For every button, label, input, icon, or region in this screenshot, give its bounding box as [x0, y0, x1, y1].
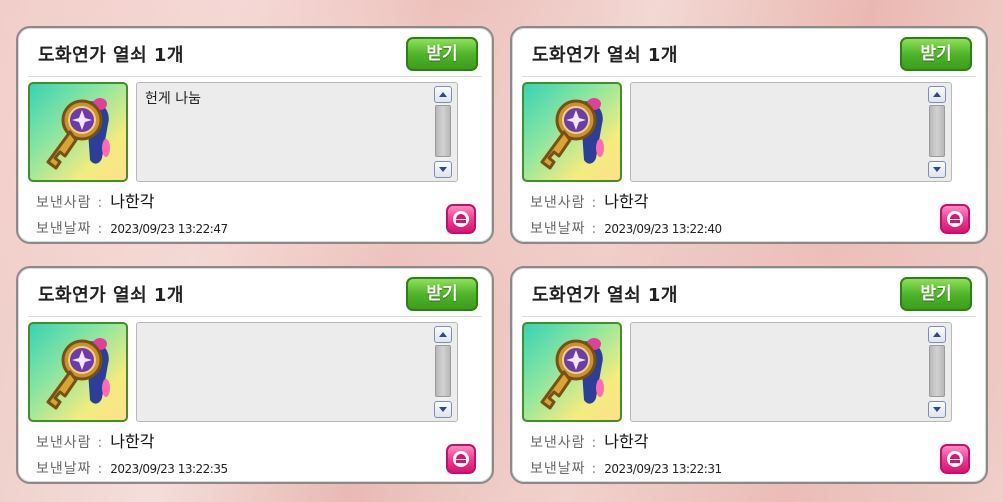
message-box[interactable]: [136, 322, 458, 422]
arrow-up-icon: [933, 92, 941, 97]
sent-date: 2023/09/23 13:22:31: [604, 462, 722, 476]
arrow-up-icon: [439, 332, 447, 337]
gift-title: 도화연가 열쇠 1개: [38, 45, 184, 66]
delete-button[interactable]: [940, 204, 970, 234]
trash-icon: [947, 211, 963, 227]
arrow-up-icon: [439, 92, 447, 97]
message-text: 헌게 나눔: [145, 91, 201, 107]
gift-card: 도화연가 열쇠 1개 받기 보낸사람: 나한각 보낸날짜:2023/09/23 …: [16, 266, 494, 484]
arrow-down-icon: [439, 407, 447, 412]
golden-key-icon: [540, 98, 604, 170]
sent-date: 2023/09/23 13:22:47: [110, 222, 228, 236]
sender-row: 보낸사람: 나한각: [530, 428, 648, 452]
message-scrollbar[interactable]: [434, 86, 452, 178]
scroll-up-button[interactable]: [434, 326, 452, 343]
scroll-thumb[interactable]: [929, 105, 945, 157]
receive-button[interactable]: 받기: [900, 37, 972, 71]
gift-title: 도화연가 열쇠 1개: [38, 285, 184, 306]
divider: [522, 76, 976, 77]
message-box[interactable]: [630, 322, 952, 422]
scroll-down-button[interactable]: [928, 161, 946, 178]
trash-icon: [453, 211, 469, 227]
message-scrollbar[interactable]: [928, 86, 946, 178]
delete-button[interactable]: [940, 444, 970, 474]
message-box[interactable]: 헌게 나눔: [136, 82, 458, 182]
sender-row: 보낸사람: 나한각: [36, 428, 154, 452]
scroll-thumb[interactable]: [435, 105, 451, 157]
separator: :: [97, 435, 103, 451]
item-slot: [522, 322, 622, 422]
separator: :: [97, 221, 103, 237]
separator: :: [591, 435, 597, 451]
sent-date: 2023/09/23 13:22:35: [110, 462, 228, 476]
receive-button[interactable]: 받기: [900, 277, 972, 311]
sender-label: 보낸사람: [36, 195, 92, 211]
arrow-down-icon: [933, 167, 941, 172]
delete-button[interactable]: [446, 204, 476, 234]
sender-label: 보낸사람: [530, 195, 586, 211]
arrow-down-icon: [439, 167, 447, 172]
divider: [522, 316, 976, 317]
scroll-thumb[interactable]: [929, 345, 945, 397]
item-slot: [522, 82, 622, 182]
separator: :: [97, 461, 103, 477]
date-label: 보낸날짜: [36, 461, 92, 477]
scroll-down-button[interactable]: [434, 161, 452, 178]
message-scrollbar[interactable]: [434, 326, 452, 418]
gift-card: 도화연가 열쇠 1개 받기 보낸사람: 나한각 보낸날짜:2023/09/23 …: [510, 266, 988, 484]
date-row: 보낸날짜:2023/09/23 13:22:35: [36, 458, 228, 478]
scroll-down-button[interactable]: [928, 401, 946, 418]
delete-button[interactable]: [446, 444, 476, 474]
separator: :: [591, 195, 597, 211]
date-row: 보낸날짜:2023/09/23 13:22:40: [530, 218, 722, 238]
item-slot: [28, 82, 128, 182]
receive-button[interactable]: 받기: [406, 37, 478, 71]
date-row: 보낸날짜:2023/09/23 13:22:47: [36, 218, 228, 238]
sender-name: 나한각: [604, 192, 649, 211]
sender-name: 나한각: [110, 192, 155, 211]
item-slot: [28, 322, 128, 422]
gift-title: 도화연가 열쇠 1개: [532, 285, 678, 306]
gift-card: 도화연가 열쇠 1개 받기 헌게 나눔 보낸사람: 나한각 보낸날짜: 202…: [16, 26, 494, 244]
date-row: 보낸날짜:2023/09/23 13:22:31: [530, 458, 722, 478]
golden-key-icon: [540, 338, 604, 410]
trash-icon: [947, 451, 963, 467]
sender-label: 보낸사람: [530, 435, 586, 451]
date-label: 보낸날짜: [530, 461, 586, 477]
trash-icon: [453, 451, 469, 467]
separator: :: [97, 195, 103, 211]
sender-name: 나한각: [604, 432, 649, 451]
sender-name: 나한각: [110, 432, 155, 451]
sender-label: 보낸사람: [36, 435, 92, 451]
golden-key-icon: [46, 98, 110, 170]
separator: :: [591, 461, 597, 477]
scroll-up-button[interactable]: [928, 86, 946, 103]
message-scrollbar[interactable]: [928, 326, 946, 418]
scroll-down-button[interactable]: [434, 401, 452, 418]
separator: :: [591, 221, 597, 237]
sender-row: 보낸사람: 나한각: [36, 188, 154, 212]
gift-title: 도화연가 열쇠 1개: [532, 45, 678, 66]
receive-button[interactable]: 받기: [406, 277, 478, 311]
scroll-up-button[interactable]: [928, 326, 946, 343]
sent-date: 2023/09/23 13:22:40: [604, 222, 722, 236]
sender-row: 보낸사람: 나한각: [530, 188, 648, 212]
golden-key-icon: [46, 338, 110, 410]
date-label: 보낸날짜: [530, 221, 586, 237]
gift-card: 도화연가 열쇠 1개 받기 보낸사람: 나한각 보낸날짜:2023/09/23 …: [510, 26, 988, 244]
scroll-thumb[interactable]: [435, 345, 451, 397]
date-label: 보낸날짜: [36, 221, 92, 237]
divider: [28, 76, 482, 77]
message-box[interactable]: [630, 82, 952, 182]
scroll-up-button[interactable]: [434, 86, 452, 103]
arrow-up-icon: [933, 332, 941, 337]
arrow-down-icon: [933, 407, 941, 412]
divider: [28, 316, 482, 317]
